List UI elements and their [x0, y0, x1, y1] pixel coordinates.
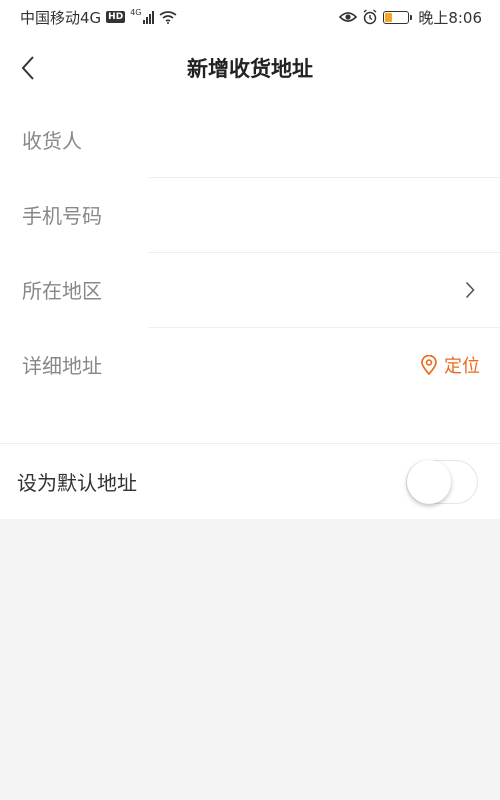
back-button[interactable] — [12, 48, 44, 88]
locate-label: 定位 — [444, 355, 480, 377]
address-row: 详细地址 定位 — [0, 327, 500, 402]
carrier-label: 中国移动4G — [20, 8, 102, 27]
nav-header: 新增收货地址 — [0, 34, 500, 102]
page-title: 新增收货地址 — [187, 57, 313, 81]
address-form: 收货人 手机号码 所在地区 详细地址 定位 — [0, 102, 500, 443]
status-bar-left: 中国移动4G HD 4G — [20, 7, 177, 28]
wifi-icon — [160, 11, 177, 24]
chevron-right-icon — [460, 280, 480, 300]
network-type: 4G — [130, 7, 142, 17]
default-address-label: 设为默认地址 — [17, 471, 137, 495]
status-time: 晚上8:06 — [418, 8, 482, 27]
hd-badge: HD — [106, 11, 126, 23]
location-pin-icon — [421, 354, 437, 375]
consignee-row: 收货人 — [0, 102, 500, 177]
eye-icon — [339, 12, 358, 22]
app-root: 中国移动4G HD 4G 晚上8:06 新增收货地址 收货人 手机号码 所在地区… — [0, 0, 500, 800]
locate-button[interactable]: 定位 — [420, 352, 480, 378]
battery-level — [385, 12, 392, 22]
phone-row: 手机号码 — [0, 177, 500, 252]
toggle-knob — [407, 459, 451, 504]
default-address-row: 设为默认地址 — [0, 444, 500, 519]
form-spacer — [0, 402, 500, 443]
battery-icon — [383, 10, 413, 24]
status-bar-right: 晚上8:06 — [339, 7, 482, 28]
status-bar: 中国移动4G HD 4G 晚上8:06 — [0, 0, 500, 34]
signal-icon — [143, 10, 155, 24]
default-address-toggle[interactable] — [406, 459, 478, 504]
region-label: 所在地区 — [22, 279, 102, 303]
phone-input[interactable] — [149, 177, 420, 252]
consignee-input[interactable] — [149, 102, 420, 177]
default-address-section: 设为默认地址 — [0, 443, 500, 519]
region-row[interactable]: 所在地区 — [0, 252, 500, 327]
alarm-icon — [363, 9, 377, 25]
address-input[interactable] — [149, 327, 420, 402]
back-arrow-icon — [21, 56, 34, 80]
